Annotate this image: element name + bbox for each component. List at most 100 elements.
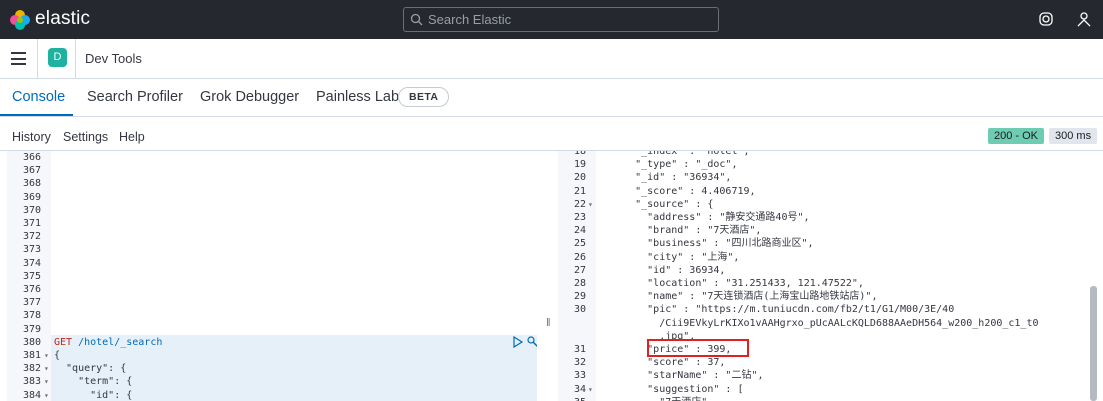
code-text: "7天酒店", xyxy=(599,396,713,401)
divider xyxy=(37,39,38,79)
brand-name: elastic xyxy=(35,8,91,29)
fold-arrow-icon[interactable]: ▾ xyxy=(588,198,593,211)
fold-arrow-icon[interactable]: ▾ xyxy=(44,362,49,375)
line-number: 31 xyxy=(573,344,586,355)
menu-icon[interactable] xyxy=(11,52,26,65)
resize-handle[interactable]: ‖ xyxy=(546,317,551,329)
line-number: 26 xyxy=(573,251,586,263)
user-icon[interactable] xyxy=(1076,11,1092,27)
code-text: "name" : "7天连锁酒店(上海宝山路地铁站店)", xyxy=(599,291,878,303)
line-number: 30 xyxy=(573,304,586,316)
line-number: 372 xyxy=(22,231,41,243)
request-line: 382 ▾ "query": { xyxy=(7,362,537,375)
response-editor: 18 "_index" : "hotel", 19 "_type" : "_doc… xyxy=(558,151,1103,401)
code-text: "location" : "31.251433, 121.47522", xyxy=(599,278,864,289)
line-number: 34 xyxy=(573,383,586,395)
request-line: 376 xyxy=(7,283,537,296)
line-number: 383 xyxy=(22,376,41,388)
response-line: 33 "starName" : "二钻", xyxy=(558,369,1103,382)
response-line: 28 "location" : "31.251433, 121.47522", xyxy=(558,277,1103,290)
request-line: 368 xyxy=(7,177,537,190)
status-badge: 200 - OK xyxy=(988,128,1045,144)
elastic-logo-icon[interactable] xyxy=(9,9,31,31)
response-scrollbar[interactable] xyxy=(1090,286,1097,401)
console-menu: History Settings Help 200 - OK 300 ms xyxy=(0,124,1103,148)
response-line: 31 "price" : 399, xyxy=(558,343,1103,356)
code-text: "id" : 36934, xyxy=(599,264,726,276)
space-avatar[interactable]: D xyxy=(48,48,67,67)
duration-badge: 300 ms xyxy=(1049,128,1098,144)
line-number: 374 xyxy=(22,257,41,269)
line-number: 18 xyxy=(573,151,586,157)
line-number: 367 xyxy=(22,165,41,177)
line-number: 22 xyxy=(573,198,586,210)
request-line: 381 ▾ { xyxy=(7,349,537,362)
code-text: /Cii9EVkyLrKIXo1vAAHgrxo_pUcAALcKQLD688A… xyxy=(599,317,1039,329)
line-number: 366 xyxy=(22,152,41,163)
request-line: 371 xyxy=(7,217,537,230)
request-line: 367 xyxy=(7,164,537,177)
tab-grok-debugger[interactable]: Grok Debugger xyxy=(200,89,299,105)
top-bar: elastic xyxy=(0,0,1103,39)
search-icon xyxy=(410,13,423,26)
search-input[interactable] xyxy=(428,10,708,29)
line-number: 20 xyxy=(573,172,586,184)
line-number: 382 xyxy=(22,363,41,375)
line-number: 384 xyxy=(22,389,41,401)
line-number: 369 xyxy=(22,191,41,203)
line-number: 379 xyxy=(22,323,41,335)
line-number: 370 xyxy=(22,204,41,216)
beta-badge: BETA xyxy=(398,87,450,107)
response-line: /Cii9EVkyLrKIXo1vAAHgrxo_pUcAALcKQLD688A… xyxy=(558,317,1103,330)
code-text: GET /hotel/_search xyxy=(54,336,163,348)
request-editor[interactable]: 366 367 368 369 370 371 372 373 374 375 376 377 378 3… xyxy=(7,151,537,401)
line-number: 28 xyxy=(573,278,586,289)
tab-painless-lab[interactable]: Painless Lab xyxy=(316,89,399,105)
response-line: 20 "_id" : "36934", xyxy=(558,171,1103,184)
request-line: 379 xyxy=(7,323,537,336)
code-text: "_type" : "_doc", xyxy=(599,159,738,171)
code-text: "_score" : 4.406719, xyxy=(599,185,756,197)
settings-link[interactable]: Settings xyxy=(63,130,108,144)
code-text: "city" : "上海", xyxy=(599,251,740,263)
code-text: "id": { xyxy=(54,389,133,401)
line-number: 32 xyxy=(573,357,586,369)
response-line: 35 "7天酒店", xyxy=(558,396,1103,401)
line-number: 19 xyxy=(573,159,586,171)
code-text: "brand" : "7天酒店", xyxy=(599,225,762,237)
line-number: 376 xyxy=(22,284,41,295)
global-search[interactable] xyxy=(403,7,719,32)
line-number: 371 xyxy=(22,218,41,229)
price-highlight-box xyxy=(647,339,749,357)
tab-console[interactable]: Console xyxy=(12,89,65,105)
code-text: "score" : 37, xyxy=(599,357,726,369)
editor-area: 366 367 368 369 370 371 372 373 374 375 376 377 378 3… xyxy=(0,150,1103,401)
line-number: 35 xyxy=(558,396,586,401)
code-text: "starName" : "二钻", xyxy=(599,370,764,382)
fold-arrow-icon[interactable]: ▾ xyxy=(44,375,49,388)
fold-arrow-icon[interactable]: ▾ xyxy=(588,383,593,396)
request-line: 383 ▾ "term": { xyxy=(7,375,537,388)
wrench-icon[interactable] xyxy=(527,336,537,349)
request-line: 380 GET /hotel/_search xyxy=(7,336,537,349)
request-line: 370 xyxy=(7,204,537,217)
request-line: 372 xyxy=(7,230,537,243)
response-line: 34 ▾ "suggestion" : [ xyxy=(558,383,1103,396)
play-icon[interactable] xyxy=(512,336,524,348)
tab-search-profiler[interactable]: Search Profiler xyxy=(87,89,183,105)
request-line: 375 xyxy=(7,270,537,283)
history-link[interactable]: History xyxy=(12,130,51,144)
code-text: "address" : "静安交通路40号", xyxy=(599,212,810,223)
help-link[interactable]: Help xyxy=(119,130,145,144)
fold-arrow-icon[interactable]: ▾ xyxy=(44,389,49,401)
response-line: 25 "business" : "四川北路商业区", xyxy=(558,237,1103,250)
line-number: 24 xyxy=(573,225,586,237)
response-line: 26 "city" : "上海", xyxy=(558,251,1103,264)
response-line: 32 "score" : 37, xyxy=(558,356,1103,369)
line-number: 27 xyxy=(573,264,586,276)
help-icon[interactable] xyxy=(1038,11,1054,27)
code-text: "_source" : { xyxy=(599,198,714,210)
divider xyxy=(75,39,76,79)
fold-arrow-icon[interactable]: ▾ xyxy=(44,349,49,362)
code-text: "business" : "四川北路商业区", xyxy=(599,238,814,250)
